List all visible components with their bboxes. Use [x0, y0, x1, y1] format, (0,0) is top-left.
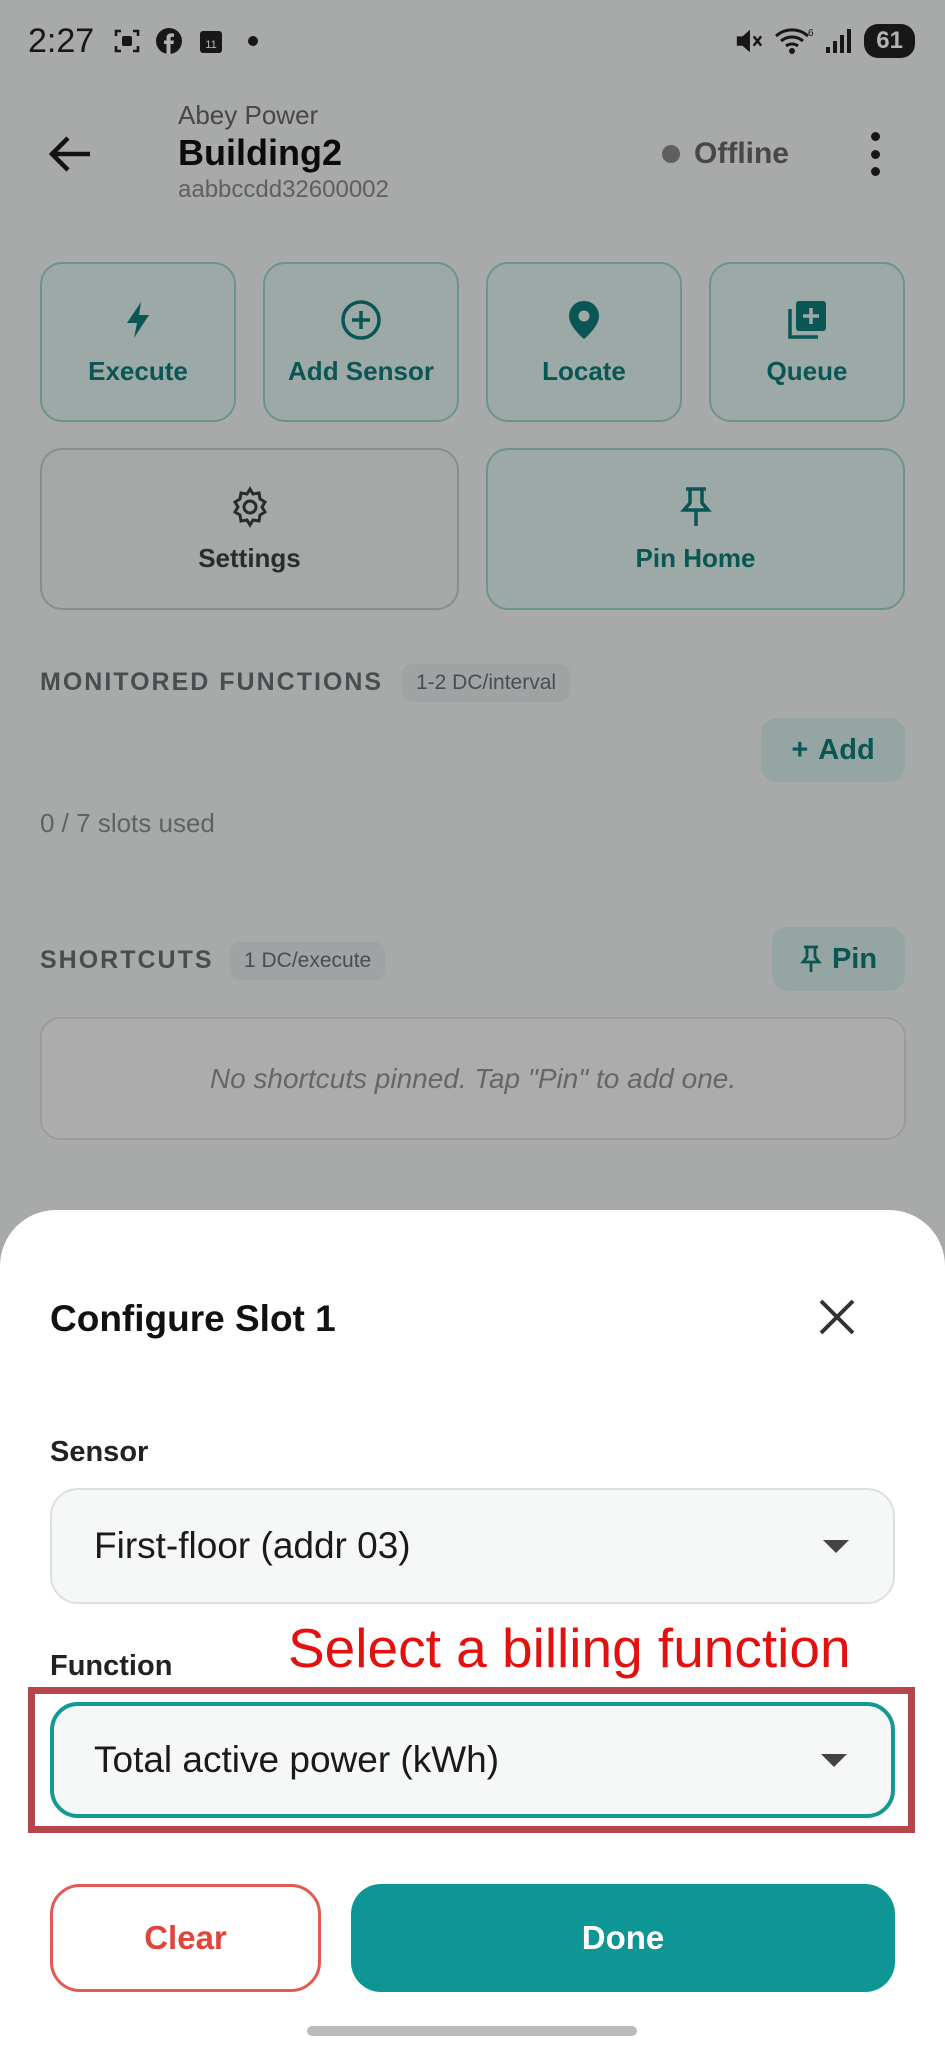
sheet-title: Configure Slot 1	[50, 1298, 336, 1339]
annotation-highlight-box	[28, 1687, 915, 1833]
sensor-label: Sensor	[50, 1436, 149, 1468]
function-label: Function	[50, 1650, 173, 1682]
close-icon	[819, 1299, 855, 1335]
close-button[interactable]	[812, 1292, 862, 1342]
annotation-text: Select a billing function	[288, 1617, 851, 1679]
sensor-dropdown[interactable]: First-floor (addr 03)	[50, 1488, 895, 1604]
clear-button[interactable]: Clear	[50, 1884, 321, 1992]
configure-slot-sheet: Configure Slot 1 Sensor First-floor (add…	[0, 1210, 945, 2048]
chevron-down-icon	[823, 1540, 849, 1553]
home-indicator[interactable]	[307, 2026, 637, 2036]
sensor-value: First-floor (addr 03)	[94, 1525, 411, 1566]
done-button[interactable]: Done	[351, 1884, 895, 1992]
